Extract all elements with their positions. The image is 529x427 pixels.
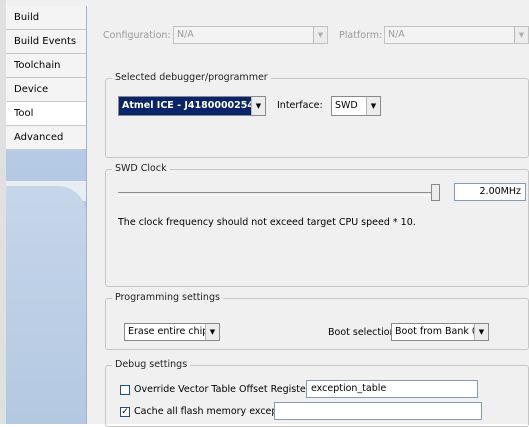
cache-checkbox[interactable]: ✓ [120, 407, 130, 417]
sidebar-background [6, 186, 86, 424]
erase-value: Erase entire chip [128, 326, 209, 337]
erase-select[interactable]: Erase entire chip ▼ [124, 323, 220, 341]
debugger-group: Selected debugger/programmer Atmel ICE -… [105, 72, 529, 158]
chevron-down-icon: ▼ [313, 27, 327, 43]
swd-clock-value: 2.00MHz [479, 186, 521, 197]
chevron-down-icon: ▼ [366, 97, 380, 115]
tab-build[interactable]: Build [6, 6, 86, 30]
tab-device[interactable]: Device [6, 78, 86, 102]
override-label: Override Vector Table Offset Register [134, 384, 310, 395]
boot-selection-value: Boot from Bank 0 [395, 326, 478, 337]
programming-group: Programming settings Erase entire chip ▼… [105, 292, 529, 350]
boot-selection-label: Boot selection [328, 327, 396, 338]
config-platform-row: Configuration: N/A ▼ Platform: N/A ▼ [103, 26, 529, 46]
debugger-group-title: Selected debugger/programmer [112, 72, 271, 83]
cache-label: Cache all flash memory except [134, 406, 282, 417]
programming-group-title: Programming settings [112, 292, 223, 303]
swd-clock-group-title: SWD Clock [112, 163, 170, 174]
debug-settings-group: Debug settings Override Vector Table Off… [105, 359, 529, 427]
debugger-select[interactable]: Atmel ICE - J41800002545 ▼ [118, 96, 266, 116]
chevron-down-icon: ▼ [205, 324, 219, 340]
configuration-value: N/A [177, 29, 194, 40]
tab-toolchain[interactable]: Toolchain [6, 54, 86, 78]
interface-select[interactable]: SWD ▼ [331, 96, 381, 116]
main-panel: Configuration: N/A ▼ Platform: N/A ▼ Sel… [87, 6, 529, 427]
configuration-select[interactable]: N/A ▼ [173, 26, 328, 44]
interface-value: SWD [335, 100, 358, 111]
swd-clock-slider-track[interactable] [118, 192, 440, 196]
chevron-down-icon: ▼ [251, 97, 265, 115]
debug-settings-group-title: Debug settings [112, 359, 191, 370]
chevron-down-icon: ▼ [474, 324, 488, 340]
swd-clock-slider-thumb[interactable] [431, 184, 440, 201]
platform-value: N/A [388, 29, 405, 40]
platform-select[interactable]: N/A ▼ [384, 26, 529, 44]
swd-clock-group: SWD Clock 2.00MHz The clock frequency sh… [105, 163, 529, 287]
project-properties-window: Build Build Events Toolchain Device Tool… [0, 0, 529, 427]
override-value: exception_table [311, 383, 387, 394]
override-input[interactable]: exception_table [306, 380, 478, 398]
interface-label: Interface: [277, 100, 323, 111]
swd-clock-note: The clock frequency should not exceed ta… [118, 217, 416, 228]
tab-build-events[interactable]: Build Events [6, 30, 86, 54]
override-checkbox[interactable] [120, 385, 130, 395]
tab-tool[interactable]: Tool [6, 102, 86, 126]
sidebar: Build Build Events Toolchain Device Tool… [6, 6, 87, 424]
tab-advanced[interactable]: Advanced [6, 126, 86, 150]
configuration-label: Configuration: [103, 30, 171, 41]
chevron-down-icon: ▼ [514, 27, 528, 43]
swd-clock-input[interactable]: 2.00MHz [454, 183, 526, 201]
debugger-value: Atmel ICE - J41800002545 [122, 100, 261, 111]
platform-label: Platform: [339, 30, 383, 41]
boot-selection-select[interactable]: Boot from Bank 0 ▼ [391, 323, 489, 341]
cache-input[interactable] [274, 402, 482, 420]
sidebar-tabs: Build Build Events Toolchain Device Tool… [6, 6, 86, 150]
